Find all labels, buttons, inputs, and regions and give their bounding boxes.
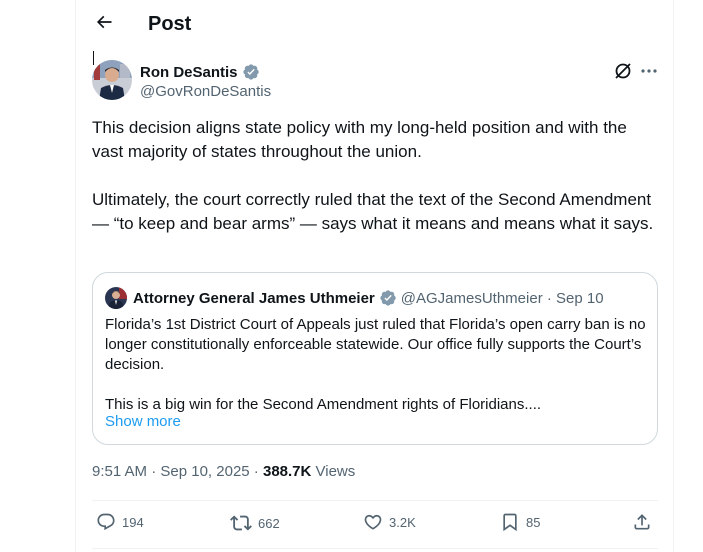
quoted-author-handle[interactable]: @AGJamesUthmeier [401,290,543,307]
separator-dot: · [147,463,161,480]
page-title: Post [148,13,192,35]
post-meta: 9:51 AM · Sep 10, 2025 · 388.7K Views [92,463,355,480]
action-bar: 194 662 3.2K 85 [92,502,658,546]
quoted-post-date[interactable]: Sep 10 [556,290,604,307]
verified-badge-icon[interactable] [379,289,397,307]
reply-count: 194 [122,514,144,530]
like-count: 3.2K [389,514,416,530]
show-more-link[interactable]: Show more [105,413,181,430]
quoted-paragraph: This is a big win for the Second Amendme… [105,396,542,413]
repost-button[interactable]: 662 [230,512,280,534]
bookmark-count: 85 [526,514,541,530]
divider [92,500,658,501]
arrow-left-icon [94,12,114,37]
share-button[interactable] [632,512,658,532]
reply-button[interactable]: 194 [96,512,144,532]
quoted-post[interactable]: Attorney General James Uthmeier @AGJames… [92,272,658,445]
like-button[interactable]: 3.2K [363,512,416,532]
ellipsis-icon [640,62,658,85]
post-paragraph: Ultimately, the court correctly ruled th… [92,190,654,233]
heart-icon [363,512,389,532]
back-button[interactable] [88,8,120,40]
post-date[interactable]: Sep 10, 2025 [160,463,249,480]
post-paragraph: This decision aligns state policy with m… [92,118,627,161]
share-icon [632,512,658,532]
bookmark-button[interactable]: 85 [500,512,540,532]
post-text: This decision aligns state policy with m… [92,116,662,236]
grok-button[interactable] [612,62,634,84]
author-handle[interactable]: @GovRonDeSantis [140,83,271,100]
author-name[interactable]: Ron DeSantis [140,63,260,81]
text-cursor [93,51,94,65]
quoted-post-header: Attorney General James Uthmeier @AGJames… [105,287,604,309]
verified-badge-icon[interactable] [242,63,260,81]
quoted-author-name[interactable]: Attorney General James Uthmeier [133,290,375,307]
avatar[interactable] [92,60,132,100]
post-column: Post Ron DeSantis @GovRonDeSantis This d… [75,0,674,552]
grok-icon [613,61,633,86]
more-options-button[interactable] [638,62,660,84]
views-label: Views [311,463,356,480]
separator-dot: · [249,463,263,480]
quoted-avatar[interactable] [105,287,127,309]
repost-count: 662 [258,515,280,531]
repost-icon [230,512,258,534]
header: Post [76,0,673,48]
quoted-paragraph: Florida’s 1st District Court of Appeals … [105,316,646,373]
quoted-post-text: Florida’s 1st District Court of Appeals … [105,315,650,415]
author-name-text[interactable]: Ron DeSantis [140,64,238,81]
views-count: 388.7K [262,463,312,480]
reply-icon [96,512,122,532]
post-time[interactable]: 9:51 AM [92,463,147,480]
separator-dot: · [542,289,557,307]
bookmark-icon [500,512,526,532]
divider [92,548,658,549]
